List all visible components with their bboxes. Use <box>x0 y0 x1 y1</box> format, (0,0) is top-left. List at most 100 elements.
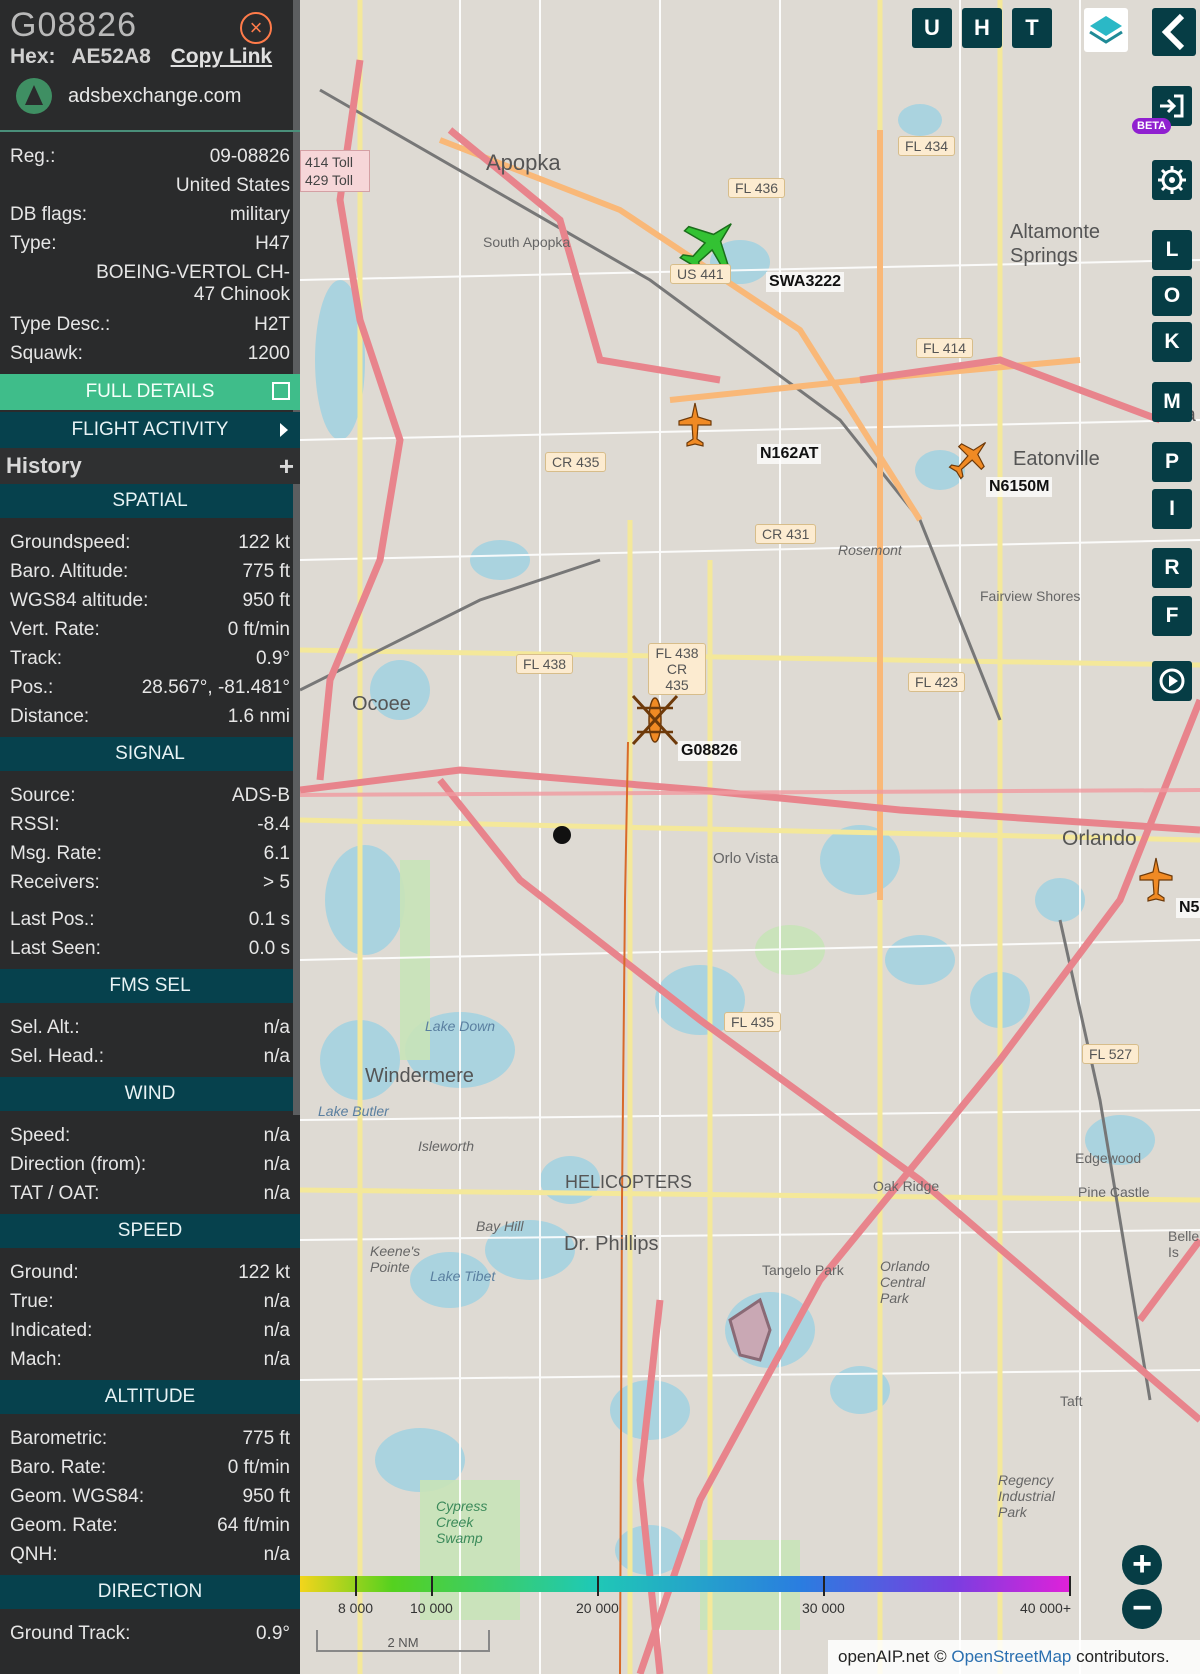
section-header-spatial[interactable]: SPATIAL <box>0 484 300 518</box>
detail-value: 1200 <box>247 343 290 364</box>
section-header-direction[interactable]: DIRECTION <box>0 1575 300 1609</box>
place-label: Orlando <box>1062 827 1137 850</box>
toggle-u-button[interactable]: U <box>912 8 952 48</box>
detail-key: Baro. Rate: <box>10 1457 107 1478</box>
zoom-out-button[interactable]: − <box>1122 1589 1162 1629</box>
external-link-icon <box>272 382 290 400</box>
detail-key: Type: <box>10 233 57 254</box>
settings-button[interactable] <box>1152 160 1192 200</box>
place-label: Isleworth <box>418 1138 475 1154</box>
detail-key: Pos.: <box>10 677 54 698</box>
panel-scrollbar[interactable] <box>293 0 300 1115</box>
detail-key: True: <box>10 1291 54 1312</box>
toggle-p-button[interactable]: P <box>1152 442 1192 482</box>
detail-value: 775 ft <box>242 1428 290 1449</box>
section-direction: Ground Track: 0.9° <box>0 1609 300 1654</box>
attribution-text: openAIP.net © <box>838 1647 952 1666</box>
collapse-panel-button[interactable] <box>1152 8 1196 56</box>
toggle-l-button[interactable]: L <box>1152 230 1192 270</box>
place-label: Altamonte Springs <box>1010 221 1101 267</box>
callsign: G08826 <box>10 6 137 44</box>
place-label: Tangelo Park <box>762 1262 844 1278</box>
section-header-signal[interactable]: SIGNAL <box>0 737 300 771</box>
full-details-button[interactable]: FULL DETAILS <box>0 374 300 410</box>
detail-value: military <box>229 204 290 225</box>
detail-key: Squawk: <box>10 343 83 364</box>
flight-activity-button[interactable]: FLIGHT ACTIVITY <box>0 412 300 448</box>
detail-key: Vert. Rate: <box>10 619 100 640</box>
detail-value: 775 ft <box>242 561 290 582</box>
hex-label: Hex: <box>10 45 56 68</box>
osm-link[interactable]: OpenStreetMap <box>951 1647 1071 1666</box>
detail-value: 6.1 <box>263 843 290 864</box>
detail-row: Geom. Rate: 64 ft/min <box>0 1511 300 1540</box>
detail-row: Last Pos.: 0.1 s <box>0 905 300 934</box>
attribution-text: contributors. <box>1071 1647 1170 1666</box>
road-shield: CR 435 <box>545 452 607 472</box>
altitude-tick-label: 10 000 <box>410 1600 453 1616</box>
section-signal: Source: ADS-B RSSI: -8.4 Msg. Rate: 6.1 Receiv… <box>0 771 300 969</box>
aircraft-label[interactable]: SWA3222 <box>766 272 845 292</box>
detail-key: RSSI: <box>10 814 60 835</box>
road-shield: FL 438 CR 435 <box>648 643 706 695</box>
map-view[interactable]: Apopka South Apopka Altamonte Springs Ea… <box>300 0 1200 1674</box>
detail-key: Ground: <box>10 1262 79 1283</box>
aircraft-label[interactable]: G08826 <box>678 741 741 761</box>
place-label: Taft <box>1060 1393 1083 1409</box>
detail-value: ADS-B <box>231 785 290 806</box>
detail-value: H2T <box>254 314 290 335</box>
detail-row: Sel. Alt.: n/a <box>0 1013 300 1042</box>
toggle-o-button[interactable]: O <box>1152 276 1192 316</box>
detail-row: Speed: n/a <box>0 1121 300 1150</box>
history-toggle[interactable]: History + <box>0 448 300 484</box>
aircraft-label[interactable]: N5 <box>1176 898 1200 918</box>
detail-value: 1.6 nmi <box>227 706 290 727</box>
detail-row: QNH: n/a <box>0 1540 300 1569</box>
toggle-t-button[interactable]: T <box>1012 8 1052 48</box>
aircraft-label[interactable]: N162AT <box>757 444 822 464</box>
chevron-left-icon <box>1161 13 1185 51</box>
layers-icon <box>1089 16 1123 44</box>
detail-row: United States <box>0 171 300 200</box>
road-shield: CR 431 <box>755 524 817 544</box>
detail-row: Direction (from): n/a <box>0 1150 300 1179</box>
aircraft-label[interactable]: N6150M <box>986 477 1053 497</box>
replay-button[interactable] <box>1152 661 1192 701</box>
detail-row: Indicated: n/a <box>0 1316 300 1345</box>
road-shield: US 441 <box>670 264 731 284</box>
detail-value: 0.0 s <box>248 938 290 959</box>
close-panel-button[interactable]: × <box>240 12 272 44</box>
hex-row: Hex: AE52A8 Copy Link <box>10 45 272 69</box>
detail-key: Indicated: <box>10 1320 93 1341</box>
detail-row: Source: ADS-B <box>0 781 300 810</box>
toggle-m-button[interactable]: M <box>1152 382 1192 422</box>
place-label: Eatonville <box>1013 448 1100 470</box>
toggle-h-button[interactable]: H <box>962 8 1002 48</box>
road-shield: FL 414 <box>916 338 974 358</box>
place-label: Cypress Creek Swamp <box>436 1498 488 1546</box>
place-label: Keene's Pointe <box>370 1243 421 1275</box>
section-altitude: Barometric: 775 ft Baro. Rate: 0 ft/min Geom… <box>0 1414 300 1575</box>
section-header-wind[interactable]: WIND <box>0 1077 300 1111</box>
adsbexchange-link[interactable]: adsbexchange.com <box>16 78 241 114</box>
site-label: adsbexchange.com <box>68 84 242 107</box>
detail-key: Msg. Rate: <box>10 843 102 864</box>
place-label: Belle Is <box>1168 1228 1200 1260</box>
map-attribution: openAIP.net © OpenStreetMap contributors… <box>828 1640 1200 1674</box>
toll-road-label: 414 Toll 429 Toll <box>300 150 370 192</box>
toggle-r-button[interactable]: R <box>1152 548 1192 588</box>
layers-button[interactable] <box>1084 8 1128 52</box>
zoom-in-button[interactable]: + <box>1122 1545 1162 1585</box>
section-header-altitude[interactable]: ALTITUDE <box>0 1380 300 1414</box>
detail-row: Baro. Altitude: 775 ft <box>0 557 300 586</box>
copy-link[interactable]: Copy Link <box>171 45 273 68</box>
section-header-fms[interactable]: FMS SEL <box>0 969 300 1003</box>
toggle-k-button[interactable]: K <box>1152 322 1192 362</box>
road-shield: FL 434 <box>898 136 956 156</box>
section-header-speed[interactable]: SPEED <box>0 1214 300 1248</box>
detail-row: Baro. Rate: 0 ft/min <box>0 1453 300 1482</box>
detail-value: 122 kt <box>238 1262 290 1283</box>
toggle-i-button[interactable]: I <box>1152 489 1192 529</box>
toggle-f-button[interactable]: F <box>1152 596 1192 636</box>
